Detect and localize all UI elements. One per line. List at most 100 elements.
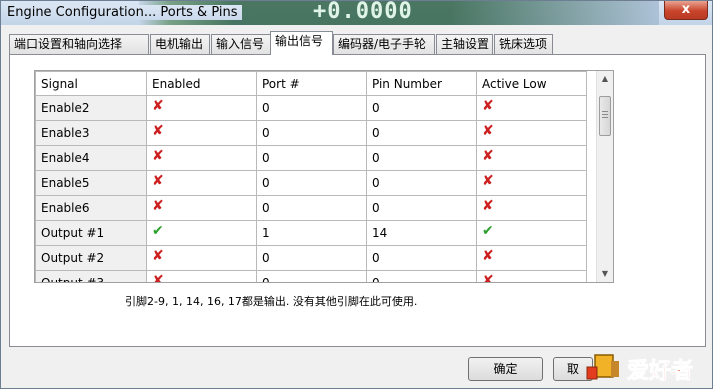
table-row[interactable]: Enable5 ✘ 0 0 ✘	[35, 170, 587, 196]
port-cell[interactable]: 0	[256, 195, 367, 221]
enabled-cell[interactable]: ✘	[146, 120, 257, 146]
active-low-cell[interactable]: ✘	[476, 120, 587, 146]
table-row[interactable]: Output #2 ✘ 0 0 ✘	[35, 245, 587, 271]
port-cell[interactable]: 0	[256, 120, 367, 146]
pin-number-cell[interactable]: 0	[366, 145, 477, 171]
cross-icon[interactable]: ✘	[152, 249, 164, 263]
output-signals-grid: Signal Enabled Port # Pin Number Active …	[34, 70, 614, 283]
enabled-cell[interactable]: ✘	[146, 245, 257, 271]
signals-table: Signal Enabled Port # Pin Number Active …	[35, 71, 587, 282]
check-icon[interactable]: ✔	[152, 224, 164, 238]
column-header-active-low[interactable]: Active Low	[476, 71, 587, 96]
site-watermark-logo: 爱好者	[586, 354, 693, 384]
scroll-thumb[interactable]	[599, 96, 611, 136]
active-low-cell[interactable]: ✘	[476, 245, 587, 271]
vertical-scrollbar[interactable]: ▲ ▼	[596, 71, 613, 282]
signal-name-cell[interactable]: Enable4	[35, 145, 147, 171]
dialog-window: +0.0000 Engine Configuration... Ports & …	[0, 0, 713, 389]
column-header-port[interactable]: Port #	[256, 71, 367, 96]
tab-port-axis-setup[interactable]: 端口设置和轴向选择	[9, 34, 149, 54]
cross-icon[interactable]: ✘	[482, 149, 494, 163]
port-cell[interactable]: 0	[256, 245, 367, 271]
column-header-enabled[interactable]: Enabled	[146, 71, 257, 96]
cross-icon[interactable]: ✘	[152, 99, 164, 113]
tab-mill-options[interactable]: 铣床选项	[494, 34, 553, 54]
port-cell[interactable]: 1	[256, 220, 367, 246]
ok-button[interactable]: 确定	[468, 357, 543, 381]
enabled-cell[interactable]: ✘	[146, 195, 257, 221]
scroll-down-arrow-icon[interactable]: ▼	[597, 266, 613, 282]
table-row[interactable]: Enable4 ✘ 0 0 ✘	[35, 145, 587, 171]
table-body: Enable2 ✘ 0 0 ✘ Enable3 ✘ 0 0 ✘ Enable4 ✘ 0 0 ✘ Enable5…	[35, 95, 587, 282]
signal-name-cell[interactable]: Enable2	[35, 95, 147, 121]
tab-label: 电机输出	[155, 37, 204, 51]
table-row[interactable]: Output #3 ✘ 0 0 ✘	[35, 270, 587, 282]
port-cell[interactable]: 0	[256, 145, 367, 171]
tab-label: 端口设置和轴向选择	[14, 37, 123, 51]
cross-icon[interactable]: ✘	[152, 274, 164, 282]
tab-label: 输出信号	[275, 34, 324, 48]
active-low-cell[interactable]: ✘	[476, 170, 587, 196]
active-low-cell[interactable]: ✔	[476, 220, 587, 246]
cross-icon[interactable]: ✘	[482, 199, 494, 213]
table-row[interactable]: Enable3 ✘ 0 0 ✘	[35, 120, 587, 146]
cross-icon[interactable]: ✘	[152, 199, 164, 213]
tab-spindle-setup[interactable]: 主轴设置	[436, 34, 493, 54]
scroll-up-arrow-icon[interactable]: ▲	[597, 71, 613, 87]
table-row[interactable]: Enable2 ✘ 0 0 ✘	[35, 95, 587, 121]
table-row[interactable]: Output #1 ✔ 1 14 ✔	[35, 220, 587, 246]
active-low-cell[interactable]: ✘	[476, 95, 587, 121]
pin-number-cell[interactable]: 0	[366, 245, 477, 271]
table-row[interactable]: Enable6 ✘ 0 0 ✘	[35, 195, 587, 221]
tab-input-signals[interactable]: 输入信号	[211, 34, 271, 54]
signal-name-cell[interactable]: Output #2	[35, 245, 147, 271]
enabled-cell[interactable]: ✘	[146, 170, 257, 196]
enabled-cell[interactable]: ✘	[146, 145, 257, 171]
background-dro-readout: +0.0000	[313, 1, 413, 24]
enabled-cell[interactable]: ✘	[146, 270, 257, 282]
pin-number-cell[interactable]: 0	[366, 195, 477, 221]
tab-motor-outputs[interactable]: 电机输出	[150, 34, 210, 54]
port-cell[interactable]: 0	[256, 170, 367, 196]
cross-icon[interactable]: ✘	[482, 174, 494, 188]
logo-text: 爱好者	[627, 358, 693, 384]
signal-name-cell[interactable]: Enable6	[35, 195, 147, 221]
cross-icon[interactable]: ✘	[152, 149, 164, 163]
signal-name-cell[interactable]: Output #1	[35, 220, 147, 246]
port-cell[interactable]: 0	[256, 270, 367, 282]
column-header-signal[interactable]: Signal	[35, 71, 147, 96]
pin-number-cell[interactable]: 0	[366, 95, 477, 121]
port-cell[interactable]: 0	[256, 95, 367, 121]
column-header-pin-number[interactable]: Pin Number	[366, 71, 477, 96]
cross-icon[interactable]: ✘	[482, 249, 494, 263]
tab-output-signals[interactable]: 输出信号	[270, 31, 333, 55]
logo-icon-post	[611, 361, 619, 377]
tab-label: 铣床选项	[499, 37, 548, 51]
cross-icon[interactable]: ✘	[482, 274, 494, 282]
enabled-cell[interactable]: ✔	[146, 220, 257, 246]
active-low-cell[interactable]: ✘	[476, 270, 587, 282]
logo-icon-figure	[586, 366, 598, 380]
enabled-cell[interactable]: ✘	[146, 95, 257, 121]
active-low-cell[interactable]: ✘	[476, 145, 587, 171]
tab-label: 输入信号	[216, 37, 265, 51]
check-icon[interactable]: ✔	[482, 224, 494, 238]
tab-label: 主轴设置	[441, 37, 490, 51]
logo-icon-block	[594, 354, 614, 378]
cross-icon[interactable]: ✘	[152, 174, 164, 188]
active-low-cell[interactable]: ✘	[476, 195, 587, 221]
signal-name-cell[interactable]: Enable5	[35, 170, 147, 196]
signal-name-cell[interactable]: Enable3	[35, 120, 147, 146]
close-button[interactable]: x	[664, 1, 708, 20]
window-title: Engine Configuration... Ports & Pins	[7, 5, 242, 20]
pin-number-cell[interactable]: 0	[366, 270, 477, 282]
pin-number-cell[interactable]: 0	[366, 170, 477, 196]
cross-icon[interactable]: ✘	[152, 124, 164, 138]
pin-number-cell[interactable]: 0	[366, 120, 477, 146]
cross-icon[interactable]: ✘	[482, 124, 494, 138]
cross-icon[interactable]: ✘	[482, 99, 494, 113]
tab-encoder-mpg[interactable]: 编码器/电子手轮	[333, 34, 435, 54]
title-bar[interactable]: +0.0000 Engine Configuration... Ports & …	[1, 1, 712, 25]
pin-number-cell[interactable]: 14	[366, 220, 477, 246]
signal-name-cell[interactable]: Output #3	[35, 270, 147, 282]
